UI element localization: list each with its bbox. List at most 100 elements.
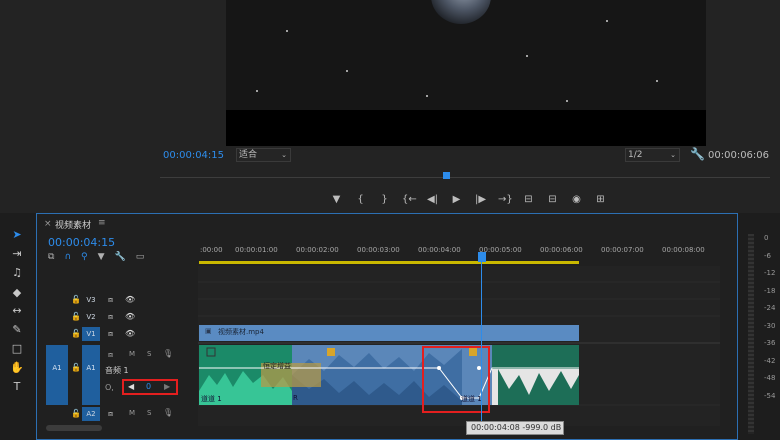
meter-scale-label: -18 — [764, 286, 776, 295]
meter-scale-label: -24 — [764, 304, 776, 312]
step-forward-button[interactable]: |▶ — [474, 194, 487, 205]
track-label[interactable]: A2 — [82, 407, 100, 421]
horizontal-scrollbar[interactable] — [46, 425, 102, 431]
lock-icon[interactable]: 🔓 — [71, 295, 81, 304]
ruler-tick-label: 00:00:01:00 — [235, 246, 278, 254]
tools-panel: ➤ ⇥ ♫ ◆ ↔ ✎ □ ✋ T — [0, 222, 34, 440]
meter-scale-label: -48 — [764, 374, 776, 382]
next-keyframe-button[interactable]: ▶ — [164, 382, 170, 391]
sync-lock-icon[interactable]: ⧈ — [108, 312, 113, 322]
sync-lock-icon[interactable]: ⧈ — [108, 350, 113, 360]
track-label[interactable]: V1 — [82, 327, 100, 341]
sync-lock-icon[interactable]: ⧈ — [108, 295, 113, 305]
video-preview[interactable] — [226, 0, 706, 146]
lock-icon[interactable]: 🔓 — [71, 409, 81, 418]
fx-label: R — [293, 394, 298, 402]
monitor-scrub-bar[interactable] — [160, 172, 770, 182]
resolution-dropdown[interactable]: 1/2 ⌄ — [625, 148, 680, 162]
add-marker-icon[interactable]: ▼ — [98, 252, 105, 262]
meter-bar — [748, 234, 754, 434]
highlight-keyframe-region — [422, 346, 490, 413]
panel-menu-icon[interactable]: ≡ — [98, 218, 106, 228]
sync-lock-icon[interactable]: ⧈ — [108, 329, 113, 339]
ruler-tick-label: 00:00:08:00 — [662, 246, 705, 254]
track-label[interactable]: A1 — [82, 345, 100, 405]
snap-icon[interactable]: ∩ — [64, 252, 71, 262]
microphone-icon[interactable]: 🎙 — [163, 349, 173, 358]
mute-button[interactable]: M — [129, 350, 135, 358]
track-select-tool-icon[interactable]: ⇥ — [10, 247, 24, 261]
monitor-playhead[interactable] — [443, 172, 451, 179]
timeline-settings-icon[interactable]: 🔧 — [115, 252, 126, 262]
mark-out-button[interactable]: } — [378, 194, 391, 205]
close-icon[interactable]: × — [44, 219, 52, 229]
sync-lock-icon[interactable]: ⧈ — [108, 409, 113, 419]
ruler-tick-label: 00:00:07:00 — [601, 246, 644, 254]
transition-label[interactable]: 恒定增益 — [263, 361, 291, 371]
rectangle-tool-icon[interactable]: □ — [10, 342, 24, 356]
lock-icon[interactable]: 🔓 — [71, 329, 81, 338]
extract-button[interactable]: ⊟ — [546, 194, 559, 205]
eye-icon[interactable]: 👁 — [125, 312, 135, 321]
eye-icon[interactable]: 👁 — [125, 295, 135, 304]
track-header-a2: 🔓 A2 ⧈ M S 🎙 — [38, 406, 198, 422]
type-tool-icon[interactable]: T — [10, 380, 24, 394]
solo-button[interactable]: S — [147, 409, 151, 417]
timeline-playhead-line — [481, 262, 482, 432]
add-marker-button[interactable]: ▼ — [330, 194, 343, 205]
play-button[interactable]: ▶ — [450, 194, 463, 205]
chevron-down-icon: ⌄ — [670, 151, 676, 159]
eye-icon[interactable]: 👁 — [125, 329, 135, 338]
meter-scale-label: 0 — [764, 234, 769, 242]
microphone-icon[interactable]: 🎙 — [163, 408, 173, 417]
ruler-tick-label: :00:00 — [200, 246, 223, 254]
track-label[interactable]: V2 — [82, 310, 100, 324]
mute-button[interactable]: M — [129, 409, 135, 417]
razor-tool-icon[interactable]: ◆ — [10, 286, 24, 300]
scrub-track — [160, 177, 770, 178]
add-keyframe-button[interactable]: 0 — [146, 382, 151, 391]
track-header-v1: 🔓 V1 ⧈ 👁 — [38, 326, 198, 343]
step-back-button[interactable]: ◀| — [426, 194, 439, 205]
solo-button[interactable]: S — [147, 350, 151, 358]
lock-icon[interactable]: 🔓 — [71, 363, 81, 372]
timeline-playhead-handle[interactable] — [478, 252, 486, 262]
transport-controls: ▼ { } {← ◀| ▶ |▶ →} ⊟ ⊟ ◉ ⊞ — [330, 192, 607, 206]
track-header-v2: 🔓 V2 ⧈ 👁 — [38, 309, 198, 326]
meter-scale-label: -54 — [764, 391, 776, 400]
go-to-out-button[interactable]: →} — [498, 194, 513, 205]
lift-button[interactable]: ⊟ — [522, 194, 535, 205]
button-editor-button[interactable]: ⊞ — [594, 194, 607, 205]
ruler-tick-label: 00:00:03:00 — [357, 246, 400, 254]
letterbox — [226, 110, 706, 146]
mark-in-button[interactable]: { — [354, 194, 367, 205]
linked-selection-icon[interactable]: ⚲ — [81, 252, 88, 262]
work-area-bar[interactable] — [199, 261, 579, 264]
nest-icon[interactable]: ⧉ — [48, 252, 54, 262]
go-to-in-button[interactable]: {← — [402, 194, 417, 205]
lock-icon[interactable]: 🔓 — [71, 312, 81, 321]
fit-dropdown[interactable]: 适合 ⌄ — [236, 148, 291, 162]
program-monitor: 00:00:04:15 适合 ⌄ 1/2 ⌄ 🔧 00:00:06:06 ▼ {… — [0, 0, 780, 213]
audio-clip[interactable]: 恒定增益 道道 1 道道 1 R — [199, 345, 579, 405]
selection-tool-icon[interactable]: ➤ — [10, 228, 24, 242]
slip-tool-icon[interactable]: ↔ — [10, 304, 24, 318]
track-label[interactable]: V3 — [82, 293, 100, 307]
ruler-tick-label: 00:00:06:00 — [540, 246, 583, 254]
playhead-timecode[interactable]: 00:00:04:15 — [163, 150, 224, 161]
hand-tool-icon[interactable]: ✋ — [10, 361, 24, 375]
export-frame-button[interactable]: ◉ — [570, 194, 583, 205]
duration-timecode: 00:00:06:06 — [708, 150, 770, 161]
wrench-icon[interactable]: 🔧 — [690, 147, 705, 161]
ripple-edit-tool-icon[interactable]: ♫ — [10, 266, 24, 280]
volume-icon[interactable]: Ο, — [105, 383, 114, 392]
pen-tool-icon[interactable]: ✎ — [10, 323, 24, 337]
sequence-tab[interactable]: 视频素材 — [55, 218, 91, 231]
source-patch-a1[interactable]: A1 — [46, 345, 68, 405]
timeline-timecode[interactable]: 00:00:04:15 — [48, 236, 115, 249]
meter-scale-label: -36 — [764, 339, 776, 347]
audio-waveform — [199, 345, 579, 405]
previous-keyframe-button[interactable]: ◀ — [128, 382, 134, 391]
chevron-down-icon: ⌄ — [281, 151, 287, 159]
captions-icon[interactable]: ▭ — [136, 252, 145, 262]
